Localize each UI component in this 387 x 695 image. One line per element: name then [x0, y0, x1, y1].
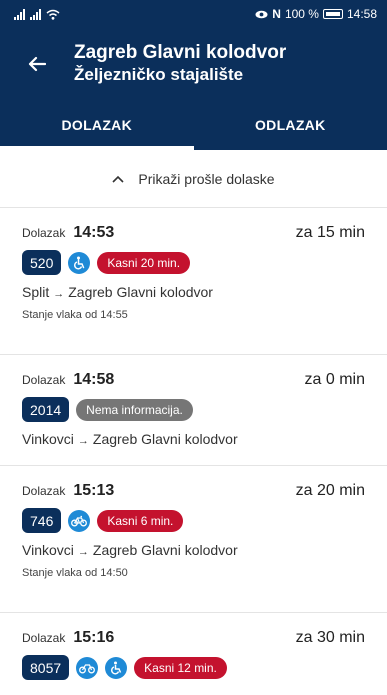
arrival-prefix: Dolazak: [22, 631, 66, 645]
train-number: 746: [22, 508, 62, 533]
arrow-left-icon: [28, 56, 46, 72]
nfc-icon: N: [272, 7, 281, 21]
route-destination: Zagreb Glavni kolodvor: [68, 284, 213, 300]
route-arrow-icon: →: [77, 435, 89, 447]
route-origin: Vinkovci: [22, 542, 74, 558]
route-destination: Zagreb Glavni kolodvor: [92, 542, 238, 558]
delay-badge: Kasni 12 min.: [134, 656, 227, 679]
delay-badge: Kasni 20 min.: [97, 251, 191, 274]
arrival-time: 14:53: [73, 224, 115, 241]
tab-bar: DOLAZAK ODLAZAK: [0, 100, 387, 150]
station-titles: Zagreb Glavni kolodvor Željezničko staja…: [74, 42, 286, 85]
arrival-card[interactable]: Dolazak 14:53 za 15 min 520 Kasni 20 min.…: [0, 208, 387, 355]
route-origin: Split: [22, 284, 50, 300]
arrival-header: Dolazak 14:53 za 15 min: [22, 224, 365, 242]
clock: 14:58: [346, 7, 377, 21]
route: Vinkovci → Zagreb Glavni kolodvor: [22, 542, 365, 558]
chevron-up-icon: [112, 175, 124, 183]
arrival-time-group: Dolazak 14:58: [22, 371, 114, 389]
train-badges: 746 Kasni 6 min.: [22, 508, 365, 533]
delay-badge: Kasni 6 min.: [97, 509, 184, 532]
tab-dolazak[interactable]: DOLAZAK: [0, 100, 194, 150]
wheelchair-icon: [105, 656, 128, 679]
back-button[interactable]: [22, 49, 52, 79]
route: Split → Zagreb Glavni kolodvor: [22, 284, 365, 300]
battery-percent: 100 %: [284, 7, 319, 21]
show-past-button[interactable]: Prikaži prošle dolaske: [0, 150, 387, 208]
station-title: Zagreb Glavni kolodvor: [74, 42, 287, 64]
show-past-label: Prikaži prošle dolaske: [138, 170, 275, 187]
route-arrow-icon: →: [53, 288, 65, 300]
signal-icon-2: [30, 8, 41, 20]
train-badges: 8057 Kasni 12 min.: [22, 655, 365, 680]
wifi-icon: [46, 9, 60, 20]
status-right: N 100 % 14:58: [255, 7, 377, 21]
arrival-card[interactable]: Dolazak 14:58 za 0 min 2014 Nema informac…: [0, 355, 387, 466]
arrival-time: 15:16: [73, 629, 115, 646]
title-bar: Zagreb Glavni kolodvor Željezničko staja…: [0, 28, 387, 100]
status-left: [14, 8, 60, 20]
train-badges: 520 Kasni 20 min.: [22, 250, 365, 275]
eye-icon: [255, 10, 268, 18]
arrival-time-group: Dolazak 14:53: [22, 224, 114, 242]
app-header: N 100 % 14:58 Zagreb Glavni kolodvor Žel…: [0, 0, 387, 150]
station-subtitle: Željezničko stajalište: [74, 65, 244, 85]
arrival-prefix: Dolazak: [22, 484, 66, 498]
bicycle-icon: [68, 509, 91, 532]
arrival-card[interactable]: Dolazak 15:13 za 20 min 746 Kasni 6 min. …: [0, 466, 387, 613]
arrival-time: 15:13: [73, 482, 115, 499]
arrival-eta: za 20 min: [295, 482, 365, 499]
status-badge: Nema informacija.: [76, 398, 193, 421]
tab-odlazak[interactable]: ODLAZAK: [194, 100, 387, 150]
train-state: Stanje vlaka od 14:50: [22, 567, 128, 579]
arrival-header: Dolazak 15:13 za 20 min: [22, 482, 365, 500]
train-number: 520: [22, 250, 62, 275]
arrival-eta: za 30 min: [295, 629, 365, 646]
route: Vinkovci → Zagreb Glavni kolodvor: [22, 431, 365, 447]
arrival-time: 14:58: [73, 371, 115, 388]
arrival-eta: za 15 min: [295, 224, 365, 241]
route-origin: Vinkovci: [22, 431, 74, 447]
wheelchair-icon: [68, 251, 91, 274]
route-destination: Zagreb Glavni kolodvor: [92, 431, 238, 447]
arrival-header: Dolazak 14:58 za 0 min: [22, 371, 365, 389]
arrival-header: Dolazak 15:16 za 30 min: [22, 629, 365, 647]
arrival-time-group: Dolazak 15:13: [22, 482, 114, 500]
signal-icon: [14, 8, 25, 20]
battery-icon: [322, 9, 343, 19]
arrival-time-group: Dolazak 15:16: [22, 629, 114, 647]
arrival-prefix: Dolazak: [22, 226, 66, 240]
route-arrow-icon: →: [77, 546, 89, 558]
arrival-card[interactable]: Dolazak 15:16 za 30 min 8057 Kasni 12 min…: [0, 613, 387, 693]
train-badges: 2014 Nema informacija.: [22, 397, 365, 422]
arrival-eta: za 0 min: [304, 371, 365, 388]
bicycle-icon: [76, 656, 99, 679]
arrival-prefix: Dolazak: [22, 373, 66, 387]
train-number: 2014: [22, 397, 70, 422]
train-number: 8057: [22, 655, 70, 680]
train-state: Stanje vlaka od 14:55: [22, 309, 128, 321]
status-bar: N 100 % 14:58: [0, 0, 387, 28]
